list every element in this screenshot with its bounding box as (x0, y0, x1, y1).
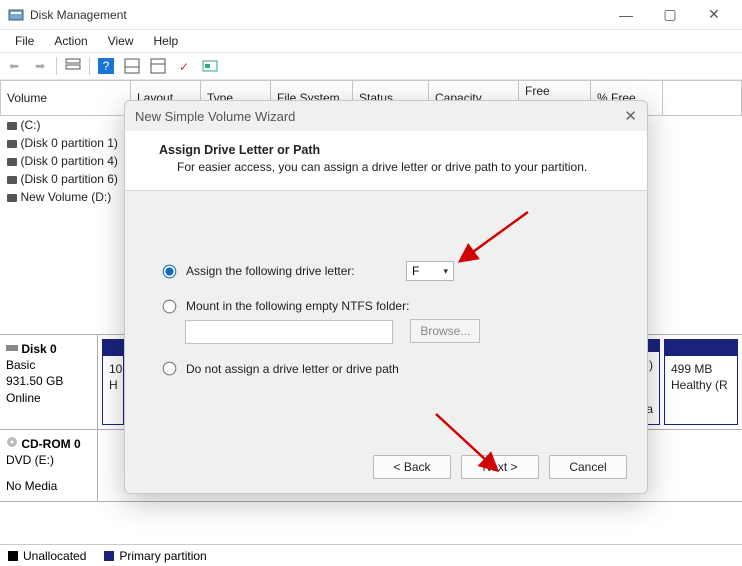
disk-type: DVD (E:) (6, 452, 91, 468)
swatch-black-icon (8, 551, 18, 561)
radio-no-assign-input[interactable] (163, 362, 177, 376)
drive-letter-value: F (412, 264, 419, 278)
wizard-page-header: Assign Drive Letter or Path For easier a… (125, 131, 647, 191)
svg-text:✓: ✓ (179, 60, 189, 73)
disk-metadata: Disk 0 Basic 931.50 GB Online (0, 335, 98, 429)
mount-path-input[interactable] (185, 320, 393, 344)
menu-file[interactable]: File (5, 32, 44, 50)
cancel-button[interactable]: Cancel (549, 455, 627, 479)
swatch-navy-icon (104, 551, 114, 561)
disk-name: Disk 0 (6, 341, 91, 357)
drive-letter-select[interactable]: F ▾ (406, 261, 454, 281)
legend: Unallocated Primary partition (0, 544, 742, 566)
wizard-dialog: New Simple Volume Wizard ✕ Assign Drive … (124, 100, 648, 494)
disk-status: Online (6, 390, 91, 406)
maximize-button[interactable]: ▢ (648, 0, 692, 30)
close-icon[interactable]: ✕ (624, 107, 637, 125)
wizard-title: New Simple Volume Wizard (135, 109, 295, 124)
radio-mount-folder-input[interactable] (163, 299, 177, 313)
wizard-footer: < Back Next > Cancel (373, 455, 627, 479)
disk-icon (7, 176, 17, 184)
wizard-body: Assign the following drive letter: F ▾ M… (125, 191, 647, 404)
next-button[interactable]: Next > (461, 455, 539, 479)
partition[interactable]: 10H (102, 339, 124, 425)
cd-icon (6, 437, 18, 451)
refresh-icon[interactable]: ✓ (174, 56, 194, 76)
views-icon[interactable] (63, 56, 83, 76)
close-button[interactable]: ✕ (692, 0, 736, 30)
menu-help[interactable]: Help (144, 32, 189, 50)
chevron-down-icon: ▾ (443, 266, 448, 277)
radio-assign-letter-label: Assign the following drive letter: (186, 264, 406, 278)
back-icon[interactable]: ⬅ (4, 56, 24, 76)
radio-mount-folder-label: Mount in the following empty NTFS folder… (186, 299, 409, 313)
disk-metadata: CD-ROM 0 DVD (E:) No Media (0, 430, 98, 501)
disk-icon (7, 140, 17, 148)
menu-view[interactable]: View (98, 32, 144, 50)
radio-no-assign: Do not assign a drive letter or drive pa… (163, 362, 609, 376)
radio-no-assign-label: Do not assign a drive letter or drive pa… (186, 362, 399, 376)
radio-mount-folder: Mount in the following empty NTFS folder… (163, 299, 609, 313)
help-icon[interactable]: ? (96, 56, 116, 76)
partition[interactable]: 499 MBHealthy (R (664, 339, 738, 425)
legend-primary: Primary partition (104, 549, 206, 563)
disk-icon (7, 158, 17, 166)
disk-status: No Media (6, 478, 91, 494)
browse-button[interactable]: Browse... (410, 319, 480, 343)
disk-icon (7, 122, 17, 130)
disk-mgmt-icon (8, 7, 24, 23)
minimize-button[interactable]: — (604, 0, 648, 30)
menubar: File Action View Help (0, 30, 742, 52)
disk-icon (7, 194, 17, 202)
legend-unallocated: Unallocated (8, 549, 86, 563)
back-button[interactable]: < Back (373, 455, 451, 479)
menu-action[interactable]: Action (44, 32, 97, 50)
forward-icon[interactable]: ➡ (30, 56, 50, 76)
col-volume[interactable]: Volume (1, 81, 131, 116)
disk-icon (6, 342, 18, 356)
radio-assign-letter-input[interactable] (163, 264, 177, 278)
window-title: Disk Management (30, 8, 127, 22)
disk-size: 931.50 GB (6, 373, 91, 389)
titlebar: Disk Management — ▢ ✕ (0, 0, 742, 30)
wizard-heading: Assign Drive Letter or Path (159, 143, 627, 157)
settings-icon[interactable] (200, 56, 220, 76)
grid-bottom-icon[interactable] (122, 56, 142, 76)
disk-name: CD-ROM 0 (6, 436, 91, 452)
grid-top-icon[interactable] (148, 56, 168, 76)
wizard-subtitle: For easier access, you can assign a driv… (177, 160, 627, 174)
toolbar: ⬅ ➡ ? ✓ (0, 52, 742, 80)
radio-assign-letter: Assign the following drive letter: F ▾ (163, 261, 609, 281)
wizard-header: New Simple Volume Wizard ✕ (125, 101, 647, 131)
svg-text:?: ? (103, 59, 110, 73)
disk-type: Basic (6, 357, 91, 373)
